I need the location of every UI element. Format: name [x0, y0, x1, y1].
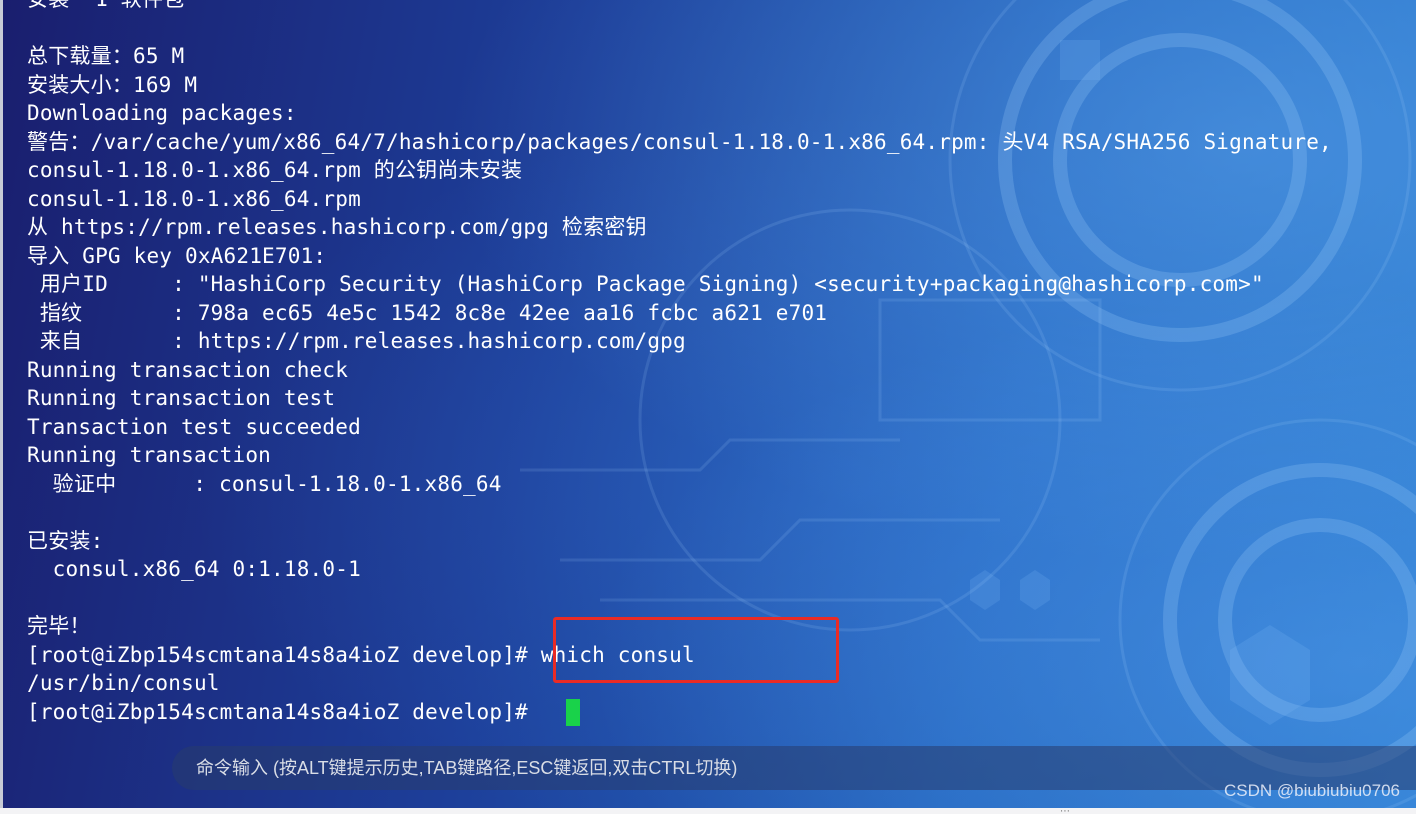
terminal-line: Transaction test succeeded [27, 414, 361, 439]
terminal-line: 已安装: [27, 528, 104, 553]
terminal-line: 安装 1 软件包 [27, 0, 1345, 14]
shell-prompt[interactable]: [root@iZbp154scmtana14s8a4ioZ develop]# [27, 698, 1345, 727]
terminal-line: consul.x86_64 0:1.18.0-1 [27, 557, 361, 581]
command-input-hint: 命令输入 (按ALT键提示历史,TAB键路径,ESC键返回,双击CTRL切换) [196, 758, 738, 778]
highlight-annotation-box [553, 617, 839, 683]
terminal-line: 警告：/var/cache/yum/x86_64/7/hashicorp/pac… [27, 129, 1345, 154]
window-bottom-border [0, 808, 1416, 814]
terminal-line: Downloading packages: [27, 101, 297, 125]
terminal-line: 指纹 : 798a ec65 4e5c 1542 8c8e 42ee aa16 … [27, 300, 828, 325]
terminal-cursor [566, 699, 580, 726]
terminal-window[interactable]: 安装 1 软件包 总下载量：65 M 安装大小：169 M Downloadin… [0, 0, 1416, 808]
terminal-line: consul-1.18.0-1.x86_64.rpm 的公钥尚未安装 [27, 158, 523, 182]
terminal-line: Running transaction [27, 443, 272, 467]
terminal-line: 导入 GPG key 0xA621E701: [27, 243, 327, 268]
watermark: CSDN @biubiubiu0706 [1223, 781, 1400, 800]
terminal-line: 从 https://rpm.releases.hashicorp.com/gpg… [27, 215, 647, 239]
terminal-line: 总下载量：65 M [27, 44, 185, 68]
resize-grip-icon[interactable]: ⋯ [1060, 806, 1070, 817]
terminal-line: 用户ID : "HashiCorp Security (HashiCorp Pa… [27, 272, 1264, 296]
terminal-line: consul-1.18.0-1.x86_64.rpm [27, 186, 361, 211]
window-left-border [0, 0, 3, 808]
terminal-line: Running transaction test [27, 386, 336, 410]
terminal-line: 安装大小：169 M [27, 72, 198, 97]
terminal-line: 验证中 : consul-1.18.0-1.x86_64 [27, 471, 502, 496]
terminal-line: 来自 : https://rpm.releases.hashicorp.com/… [27, 329, 686, 353]
terminal-line: Running transaction check [27, 357, 349, 382]
